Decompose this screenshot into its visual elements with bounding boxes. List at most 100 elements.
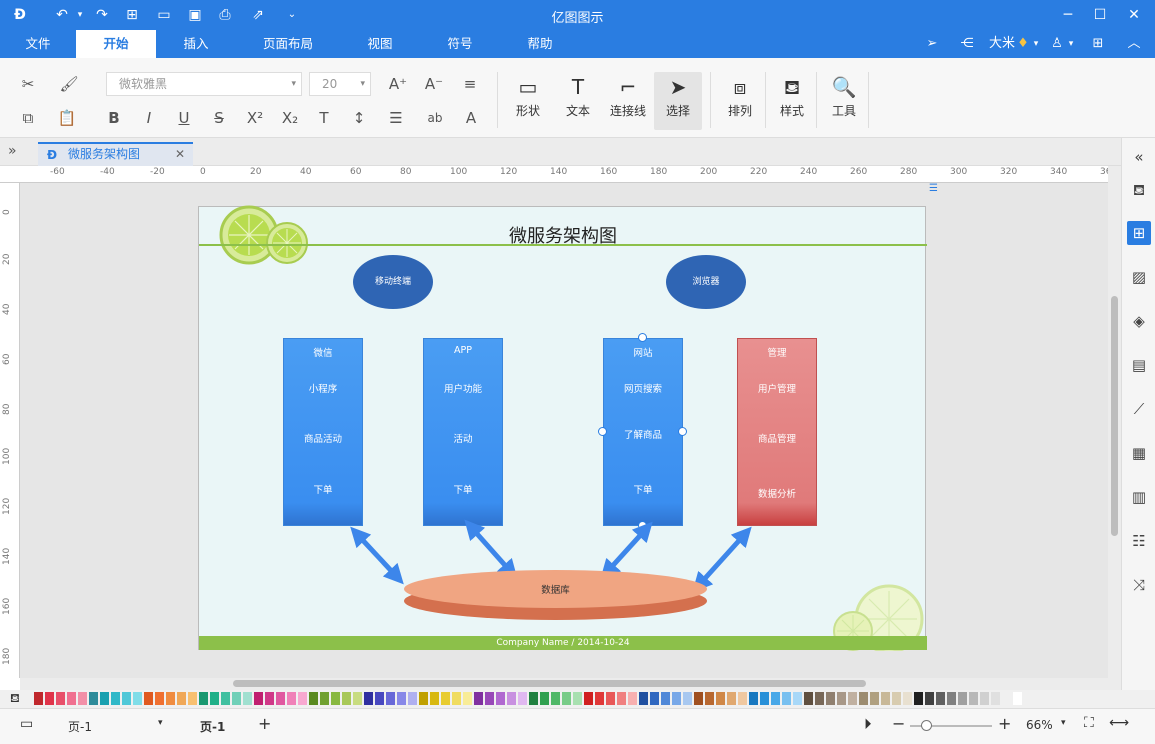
text-direction-icon[interactable]: ab bbox=[423, 106, 447, 130]
color-swatch[interactable] bbox=[639, 692, 648, 705]
color-swatch[interactable] bbox=[870, 692, 879, 705]
color-swatch[interactable] bbox=[375, 692, 384, 705]
menu-help[interactable]: 帮助 bbox=[510, 30, 570, 58]
color-swatch[interactable] bbox=[320, 692, 329, 705]
color-swatch[interactable] bbox=[408, 692, 417, 705]
color-swatch[interactable] bbox=[683, 692, 692, 705]
color-swatch[interactable] bbox=[243, 692, 252, 705]
color-swatch[interactable] bbox=[474, 692, 483, 705]
color-swatch[interactable] bbox=[518, 692, 527, 705]
color-swatch[interactable] bbox=[507, 692, 516, 705]
bold-icon[interactable]: B bbox=[102, 106, 126, 130]
bullet-list-icon[interactable]: ☰ bbox=[384, 106, 408, 130]
page-select[interactable]: 页-1 bbox=[68, 718, 92, 735]
share-send-icon[interactable]: ➢ bbox=[922, 34, 942, 54]
zoom-out-icon[interactable]: − bbox=[892, 714, 905, 733]
shuffle-icon[interactable]: ⤨ bbox=[1127, 573, 1151, 597]
color-swatch[interactable] bbox=[397, 692, 406, 705]
color-swatch[interactable] bbox=[573, 692, 582, 705]
color-swatch[interactable] bbox=[793, 692, 802, 705]
color-swatch[interactable] bbox=[111, 692, 120, 705]
color-swatch[interactable] bbox=[67, 692, 76, 705]
color-swatch[interactable] bbox=[716, 692, 725, 705]
color-swatch[interactable] bbox=[34, 692, 43, 705]
color-swatch[interactable] bbox=[353, 692, 362, 705]
color-swatch[interactable] bbox=[133, 692, 142, 705]
color-swatch[interactable] bbox=[419, 692, 428, 705]
color-swatch[interactable] bbox=[232, 692, 241, 705]
connector-button[interactable]: ⌐ 连接线 bbox=[604, 72, 652, 130]
color-swatch[interactable] bbox=[155, 692, 164, 705]
outline-icon[interactable]: ☷ bbox=[1127, 529, 1151, 553]
color-swatch[interactable] bbox=[1013, 692, 1022, 705]
color-swatch[interactable] bbox=[463, 692, 472, 705]
format-painter-icon[interactable]: 🖌 bbox=[57, 72, 81, 96]
database-shape[interactable]: 数据库 bbox=[404, 570, 707, 620]
skin-dropdown-icon[interactable]: ▾ bbox=[1066, 34, 1076, 54]
color-swatch[interactable] bbox=[936, 692, 945, 705]
color-swatch[interactable] bbox=[617, 692, 626, 705]
select-button[interactable]: ➤ 选择 bbox=[654, 72, 702, 130]
user-name[interactable]: 大米 bbox=[986, 34, 1018, 54]
zoom-value[interactable]: 66% bbox=[1026, 718, 1053, 732]
diagram-page[interactable]: 微服务架构图 移动终端 浏览器 微信 小程序 商品活动 下单 APP 用户功能 … bbox=[198, 205, 927, 651]
color-swatch[interactable] bbox=[144, 692, 153, 705]
add-page-icon[interactable]: + bbox=[258, 714, 271, 733]
color-swatch[interactable] bbox=[210, 692, 219, 705]
fill-icon[interactable]: ⛾ bbox=[1127, 178, 1151, 202]
copy-icon[interactable]: ⧉ bbox=[16, 106, 40, 130]
menu-home[interactable]: 开始 bbox=[76, 30, 156, 58]
color-swatch[interactable] bbox=[276, 692, 285, 705]
cut-icon[interactable]: ✂ bbox=[16, 72, 40, 96]
color-swatch[interactable] bbox=[540, 692, 549, 705]
color-swatch[interactable] bbox=[606, 692, 615, 705]
color-swatch[interactable] bbox=[628, 692, 637, 705]
color-swatch[interactable] bbox=[705, 692, 714, 705]
vertical-scroll-thumb[interactable] bbox=[1111, 296, 1118, 536]
horizontal-scroll-thumb[interactable] bbox=[233, 680, 866, 687]
text-style-icon[interactable]: T bbox=[312, 106, 336, 130]
expand-library-icon[interactable]: » bbox=[8, 143, 17, 159]
color-swatch[interactable] bbox=[771, 692, 780, 705]
menu-page-layout[interactable]: 页面布局 bbox=[250, 30, 326, 58]
minimize-icon[interactable]: ─ bbox=[1058, 5, 1078, 25]
menu-insert[interactable]: 插入 bbox=[166, 30, 226, 58]
superscript-icon[interactable]: X² bbox=[243, 106, 267, 130]
page-tab[interactable]: 页-1 bbox=[200, 718, 225, 735]
color-swatch[interactable] bbox=[386, 692, 395, 705]
color-swatch[interactable] bbox=[672, 692, 681, 705]
fill-bucket-icon[interactable]: ⛾ bbox=[10, 691, 20, 707]
color-swatch[interactable] bbox=[529, 692, 538, 705]
menu-view[interactable]: 视图 bbox=[350, 30, 410, 58]
align-icon[interactable]: ≡ bbox=[458, 72, 482, 96]
fit-page-icon[interactable]: ⛶ bbox=[1084, 715, 1094, 731]
font-family-select[interactable]: 微软雅黑 ▾ bbox=[106, 72, 302, 96]
diagram-footer[interactable]: Company Name / 2014-10-24 bbox=[199, 636, 927, 650]
color-swatch[interactable] bbox=[991, 692, 1000, 705]
image-icon[interactable]: ▨ bbox=[1127, 265, 1151, 289]
color-swatch[interactable] bbox=[903, 692, 912, 705]
color-swatch[interactable] bbox=[78, 692, 87, 705]
apps-grid-icon[interactable]: ⊞ bbox=[1088, 34, 1108, 54]
tools-button[interactable]: 🔍 工具 bbox=[820, 72, 868, 130]
color-swatch[interactable] bbox=[188, 692, 197, 705]
color-swatch[interactable] bbox=[749, 692, 758, 705]
color-swatch[interactable] bbox=[859, 692, 868, 705]
color-swatch[interactable] bbox=[265, 692, 274, 705]
color-swatch[interactable] bbox=[331, 692, 340, 705]
italic-icon[interactable]: I bbox=[137, 106, 161, 130]
color-swatch[interactable] bbox=[56, 692, 65, 705]
close-icon[interactable]: ✕ bbox=[1124, 5, 1144, 25]
paste-icon[interactable]: 📋 bbox=[55, 106, 79, 130]
page-icon[interactable]: ▤ bbox=[1127, 353, 1151, 377]
color-swatch[interactable] bbox=[122, 692, 131, 705]
color-swatch[interactable] bbox=[881, 692, 890, 705]
increase-font-icon[interactable]: A⁺ bbox=[386, 72, 410, 96]
menu-symbol[interactable]: 符号 bbox=[430, 30, 490, 58]
color-swatch[interactable] bbox=[166, 692, 175, 705]
color-swatch[interactable] bbox=[254, 692, 263, 705]
color-swatch[interactable] bbox=[45, 692, 54, 705]
subscript-icon[interactable]: X₂ bbox=[278, 106, 302, 130]
font-color-icon[interactable]: A bbox=[459, 106, 483, 130]
color-swatch[interactable] bbox=[727, 692, 736, 705]
